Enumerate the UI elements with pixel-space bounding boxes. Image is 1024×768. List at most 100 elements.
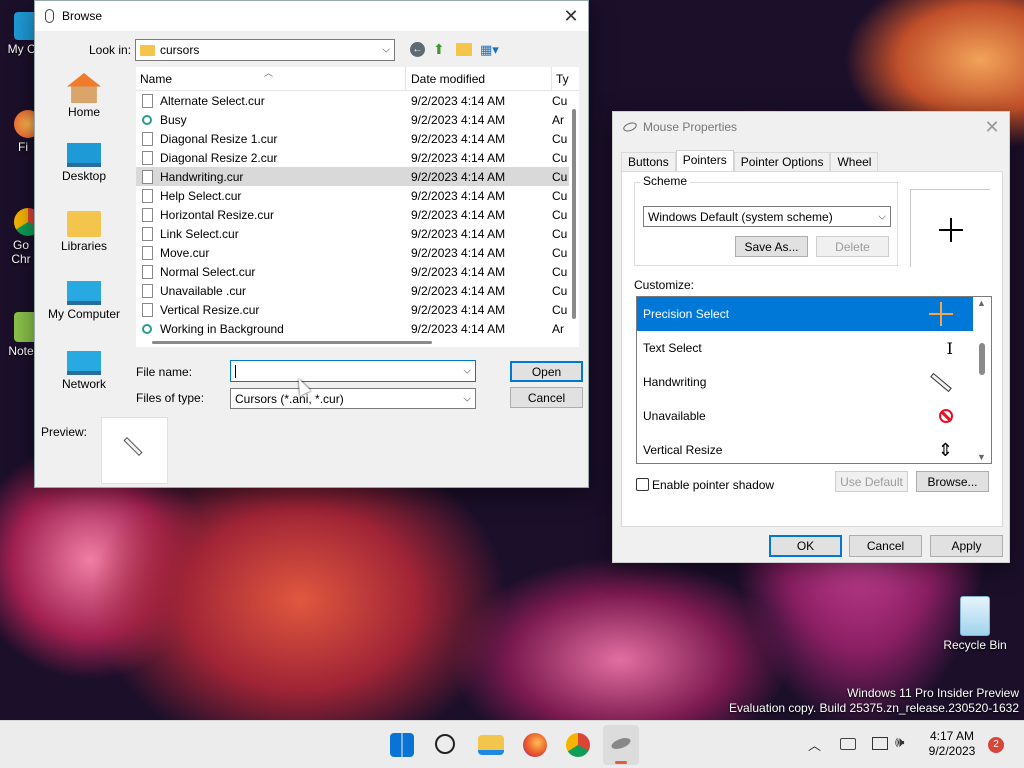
place-libraries[interactable]: Libraries bbox=[39, 211, 129, 271]
cursor-row[interactable]: Vertical Resize ⇕ bbox=[637, 433, 973, 463]
notification-badge[interactable]: 2 bbox=[988, 737, 1004, 753]
browse-button[interactable]: Browse... bbox=[916, 471, 989, 492]
scroll-thumb[interactable] bbox=[152, 341, 432, 344]
ok-button[interactable]: OK bbox=[769, 535, 842, 557]
open-button[interactable]: Open bbox=[510, 361, 583, 382]
place-home[interactable]: Home bbox=[39, 73, 129, 133]
tray-chevron-icon[interactable]: ︿ bbox=[808, 735, 821, 754]
file-rows: Alternate Select.cur 9/2/2023 4:14 AM Cu Bu… bbox=[136, 91, 579, 338]
mouse-properties-taskbar-icon[interactable] bbox=[603, 725, 639, 765]
file-name-text: Busy bbox=[160, 112, 187, 127]
place-network[interactable]: Network bbox=[39, 351, 129, 411]
cursor-row[interactable]: Handwriting bbox=[637, 365, 973, 399]
file-row[interactable]: Link Select.cur 9/2/2023 4:14 AM Cu bbox=[136, 224, 579, 243]
file-date-cell: 9/2/2023 4:14 AM bbox=[411, 93, 506, 108]
tab-pointers[interactable]: Pointers bbox=[675, 150, 734, 172]
file-name-cell: Help Select.cur bbox=[136, 188, 406, 203]
cursor-list-scrollbar[interactable]: ▲ ▼ bbox=[973, 297, 991, 463]
tab-wheel[interactable]: Wheel bbox=[830, 152, 879, 172]
search-icon[interactable] bbox=[435, 734, 455, 754]
firefox-icon[interactable] bbox=[523, 733, 547, 757]
file-row[interactable]: Normal Select.cur 9/2/2023 4:14 AM Cu bbox=[136, 262, 579, 281]
file-name-cell: Unavailable .cur bbox=[136, 283, 406, 298]
cursor-row[interactable]: Precision Select bbox=[637, 297, 973, 331]
files-of-type-label: Files of type: bbox=[136, 391, 205, 405]
cursor-list[interactable]: Precision Select Text Select I Handwriting U… bbox=[636, 296, 992, 464]
file-row[interactable]: Unavailable .cur 9/2/2023 4:14 AM Cu bbox=[136, 281, 579, 300]
scheme-label: Scheme bbox=[640, 174, 691, 188]
file-row[interactable]: Diagonal Resize 1.cur 9/2/2023 4:14 AM Cu bbox=[136, 129, 579, 148]
save-as-button[interactable]: Save As... bbox=[735, 236, 808, 257]
cursor-role-label: Unavailable bbox=[643, 409, 706, 423]
file-name-cell: Diagonal Resize 1.cur bbox=[136, 131, 406, 146]
clock[interactable]: 4:17 AM 9/2/2023 bbox=[920, 729, 984, 759]
use-default-button[interactable]: Use Default bbox=[835, 471, 908, 492]
scroll-thumb[interactable] bbox=[572, 109, 576, 319]
recycle-bin-icon bbox=[960, 596, 990, 636]
mouse-app-icon bbox=[45, 9, 54, 23]
file-row[interactable]: Move.cur 9/2/2023 4:14 AM Cu bbox=[136, 243, 579, 262]
file-icon bbox=[142, 245, 153, 260]
cursor-row[interactable]: Unavailable bbox=[637, 399, 973, 433]
file-name-text: Help Select.cur bbox=[160, 188, 242, 203]
look-in-combo[interactable]: cursors ⌵ bbox=[135, 39, 395, 61]
file-row[interactable]: Horizontal Resize.cur 9/2/2023 4:14 AM Cu bbox=[136, 205, 579, 224]
file-row[interactable]: Handwriting.cur 9/2/2023 4:14 AM Cu bbox=[136, 167, 579, 186]
files-of-type-combo[interactable]: Cursors (*.ani, *.cur) ⌵ bbox=[230, 388, 476, 409]
column-header-date[interactable]: Date modified bbox=[406, 67, 552, 91]
new-folder-icon[interactable] bbox=[456, 43, 472, 56]
mouse-titlebar: Mouse Properties bbox=[613, 112, 1009, 142]
file-date-cell: 9/2/2023 4:14 AM bbox=[411, 131, 506, 146]
cancel-button[interactable]: Cancel bbox=[849, 535, 922, 557]
file-name-cell: Move.cur bbox=[136, 245, 406, 260]
scheme-combo[interactable]: Windows Default (system scheme) ⌵ bbox=[643, 206, 891, 227]
enable-shadow-checkbox[interactable] bbox=[636, 478, 649, 491]
chrome-icon[interactable] bbox=[566, 733, 590, 757]
display-icon[interactable] bbox=[872, 737, 888, 750]
close-icon[interactable]: ✕ bbox=[977, 116, 1007, 138]
file-row[interactable]: Vertical Resize.cur 9/2/2023 4:14 AM Cu bbox=[136, 300, 579, 319]
network-off-icon[interactable] bbox=[840, 738, 856, 750]
scroll-down-icon[interactable]: ▼ bbox=[977, 452, 986, 462]
start-icon[interactable] bbox=[390, 733, 414, 757]
cursor-role-label: Precision Select bbox=[643, 307, 730, 321]
file-row[interactable]: Working in Background 9/2/2023 4:14 AM Ar bbox=[136, 319, 579, 338]
place-desktop[interactable]: Desktop bbox=[39, 143, 129, 203]
animated-cursor-icon bbox=[142, 114, 152, 125]
back-icon[interactable]: ← bbox=[410, 42, 425, 57]
column-header-type[interactable]: Ty bbox=[552, 67, 579, 91]
enable-shadow-label[interactable]: Enable pointer shadow bbox=[652, 478, 774, 492]
computer-icon bbox=[67, 281, 101, 305]
delete-button[interactable]: Delete bbox=[816, 236, 889, 257]
file-row[interactable]: Busy 9/2/2023 4:14 AM Ar bbox=[136, 110, 579, 129]
view-menu-icon[interactable]: ▦▾ bbox=[480, 42, 504, 57]
apply-button[interactable]: Apply bbox=[930, 535, 1003, 557]
file-list-hscroll[interactable] bbox=[136, 337, 569, 347]
place-label: My Computer bbox=[47, 307, 121, 321]
up-folder-icon[interactable]: ⬆ bbox=[433, 42, 448, 57]
file-icon bbox=[142, 188, 153, 203]
tab-buttons[interactable]: Buttons bbox=[621, 152, 676, 172]
preview-box bbox=[101, 417, 168, 484]
file-row[interactable]: Diagonal Resize 2.cur 9/2/2023 4:14 AM Cu bbox=[136, 148, 579, 167]
file-list[interactable]: ︿ Name Date modified Ty Alternate Select… bbox=[136, 67, 579, 347]
scroll-up-icon[interactable]: ▲ bbox=[977, 298, 986, 308]
place-my-computer[interactable]: My Computer bbox=[39, 281, 129, 341]
mouse-title: Mouse Properties bbox=[643, 120, 738, 134]
desktop-icon-recycle-bin[interactable]: Recycle Bin bbox=[936, 596, 1014, 652]
tab-strip: Buttons Pointers Pointer Options Wheel bbox=[621, 150, 879, 172]
cancel-button[interactable]: Cancel bbox=[510, 387, 583, 408]
tab-pointer-options[interactable]: Pointer Options bbox=[733, 152, 831, 172]
file-name-text: Handwriting.cur bbox=[160, 169, 244, 184]
file-name-input[interactable]: ⌵ bbox=[230, 360, 476, 382]
file-list-vscroll[interactable] bbox=[569, 91, 579, 347]
speaker-icon[interactable]: 🕪 bbox=[895, 734, 904, 751]
scroll-thumb[interactable] bbox=[979, 343, 985, 375]
desktop-icon-label: Recycle Bin bbox=[943, 638, 1007, 652]
file-row[interactable]: Help Select.cur 9/2/2023 4:14 AM Cu bbox=[136, 186, 579, 205]
cursor-row[interactable]: Text Select I bbox=[637, 331, 973, 365]
cursor-preview-box bbox=[910, 189, 990, 267]
file-explorer-icon[interactable] bbox=[478, 735, 504, 755]
close-icon[interactable]: ✕ bbox=[556, 5, 586, 27]
file-row[interactable]: Alternate Select.cur 9/2/2023 4:14 AM Cu bbox=[136, 91, 579, 110]
